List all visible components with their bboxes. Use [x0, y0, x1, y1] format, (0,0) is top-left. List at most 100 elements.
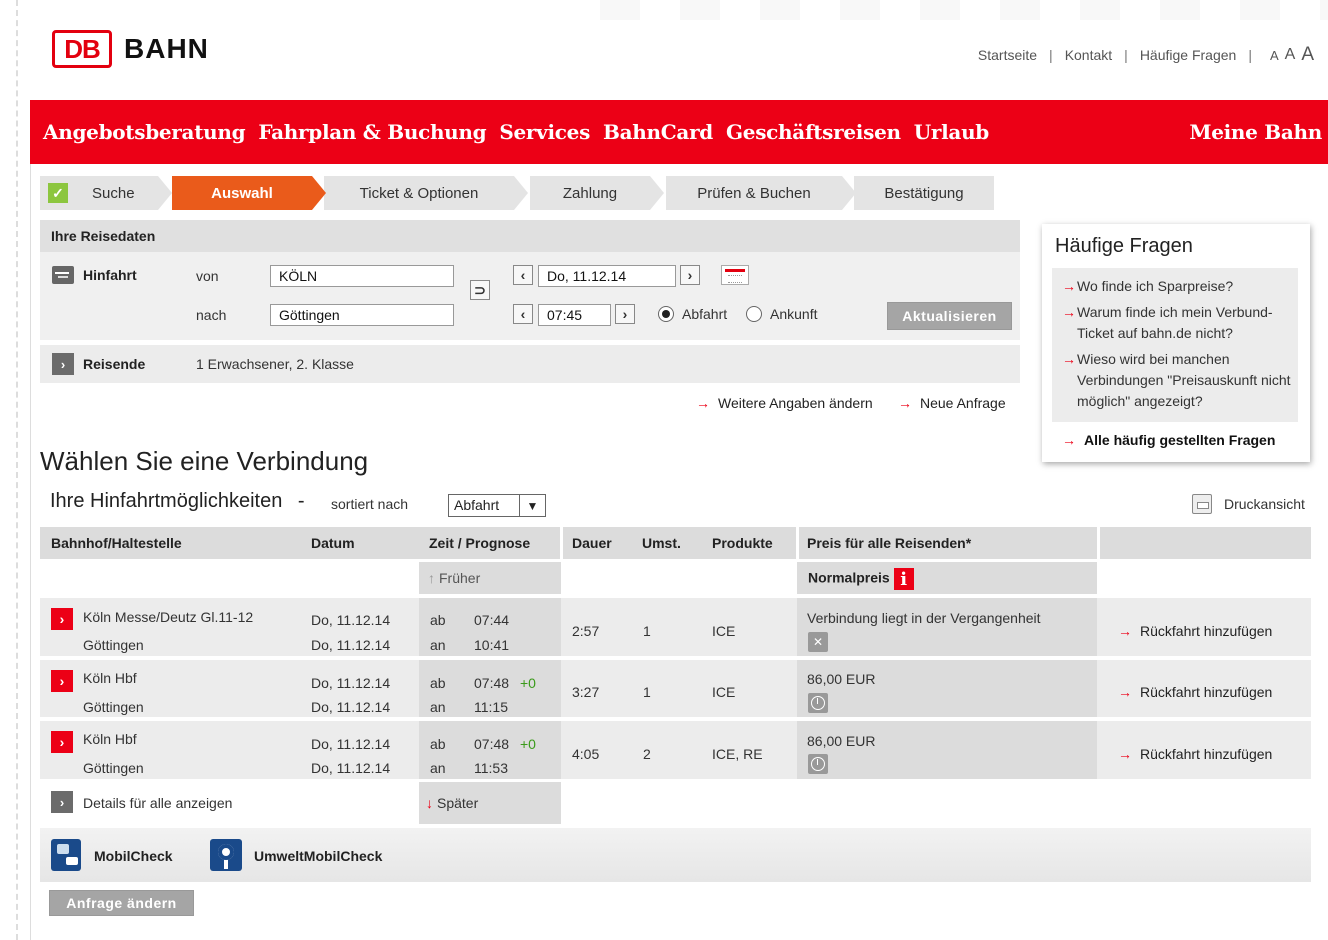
step-zahlung: Zahlung	[530, 176, 664, 210]
duration: 4:05	[572, 746, 600, 762]
station-from: Köln Hbf	[83, 731, 137, 747]
arrow-right-icon: →	[1062, 432, 1076, 448]
unavailable-icon: ✕	[808, 632, 828, 652]
reisende-value: 1 Erwachsener, 2. Klasse	[196, 356, 354, 372]
font-size-small[interactable]: A	[1270, 48, 1279, 63]
th-products: Produkte	[712, 535, 773, 551]
rueckfahrt-link[interactable]: → Rückfahrt hinzufügen	[1118, 684, 1272, 700]
print-link[interactable]: Druckansicht	[1192, 494, 1305, 514]
spaeter-label: Später	[437, 795, 479, 811]
sort-select[interactable]: Abfahrt ▼	[448, 494, 546, 517]
neue-anfrage-link[interactable]: → Neue Anfrage	[898, 395, 1006, 411]
link-kontakt[interactable]: Kontakt	[1065, 47, 1112, 63]
date-from: Do, 11.12.14	[311, 612, 391, 628]
normalpreis-text: Normalpreis	[808, 569, 890, 586]
station-to: Göttingen	[83, 699, 144, 715]
expand-all-icon[interactable]: ›	[51, 791, 73, 813]
rueckfahrt-link[interactable]: → Rückfahrt hinzufügen	[1118, 623, 1272, 639]
db-logo[interactable]: DB BAHN	[52, 30, 209, 68]
reisedaten-header: Ihre Reisedaten	[40, 220, 1020, 252]
duration: 2:57	[572, 623, 600, 639]
arr-time: 11:53	[474, 760, 508, 776]
time-prev-button[interactable]: ‹	[513, 304, 533, 324]
spaeter-link: ↓ Später	[426, 795, 478, 811]
umwelt-link[interactable]: UmweltMobilCheck	[254, 848, 382, 864]
faq-box: Häufige Fragen → Wo finde ich Sparpreise…	[1042, 224, 1310, 462]
time-next-button[interactable]: ›	[615, 304, 635, 324]
step-label: Zahlung	[562, 184, 618, 202]
expand-row-icon[interactable]: ›	[51, 731, 73, 753]
link-startseite[interactable]: Startseite	[978, 47, 1037, 63]
nav-geschaeftsreisen[interactable]: Geschäftsreisen	[726, 120, 901, 144]
header-decoration	[600, 0, 1328, 20]
details-all-link[interactable]: Details für alle anzeigen	[83, 795, 232, 811]
results-subheading: Ihre Hinfahrtmöglichkeiten -	[50, 490, 305, 513]
faq-all-link[interactable]: → Alle häufig gestellten Fragen	[1062, 432, 1275, 448]
date-to: Do, 11.12.14	[311, 699, 391, 715]
aktualisieren-button[interactable]: Aktualisieren	[887, 302, 1012, 330]
step-suche[interactable]: ✓ Suche	[40, 176, 172, 210]
products: ICE	[712, 623, 736, 639]
arrow-right-icon: →	[696, 395, 710, 411]
expand-arrow-icon[interactable]: ›	[52, 353, 74, 375]
font-size-large[interactable]: A	[1301, 44, 1314, 66]
ab-label: ab	[430, 612, 446, 628]
link-label: Weitere Angaben ändern	[718, 395, 873, 411]
dep-time: 07:44	[474, 612, 510, 628]
nav-angebotsberatung[interactable]: Angebotsberatung	[43, 120, 246, 144]
top-utility-nav: Startseite | Kontakt | Häufige Fragen | …	[978, 44, 1314, 66]
time-input[interactable]	[538, 304, 611, 326]
station-to: Göttingen	[83, 637, 144, 653]
nach-input[interactable]	[270, 304, 454, 326]
normalpreis-label: Normalpreis i	[808, 568, 914, 590]
calendar-icon[interactable]	[721, 265, 749, 285]
radio-abfahrt[interactable]	[658, 306, 674, 322]
spaeter-cell[interactable]: ↓ Später	[419, 782, 561, 824]
price: Verbindung liegt in der Vergangenheit	[807, 610, 1041, 626]
th-changes: Umst.	[642, 535, 681, 551]
radio-ankunft[interactable]	[746, 306, 762, 322]
font-size-medium[interactable]: A	[1285, 46, 1296, 64]
date-prev-button[interactable]: ‹	[513, 265, 533, 285]
rueckfahrt-link[interactable]: → Rückfahrt hinzufügen	[1118, 746, 1272, 762]
expand-row-icon[interactable]: ›	[51, 608, 73, 630]
changes: 1	[643, 684, 651, 700]
mobilcheck-link[interactable]: MobilCheck	[94, 848, 173, 864]
date-input[interactable]	[538, 265, 676, 287]
swap-stations-button[interactable]: ⊃	[470, 280, 490, 300]
step-auswahl: Auswahl	[172, 176, 326, 210]
frueher-link: ↑ Früher	[428, 570, 480, 586]
nav-urlaub[interactable]: Urlaub	[914, 120, 990, 144]
faq-item[interactable]: → Warum finde ich mein Verbund-Ticket au…	[1062, 302, 1298, 344]
expand-row-icon[interactable]: ›	[51, 670, 73, 692]
date-from: Do, 11.12.14	[311, 736, 391, 752]
von-input[interactable]	[270, 265, 454, 287]
faq-item[interactable]: → Wieso wird bei manchen Verbindungen "P…	[1062, 349, 1298, 412]
faq-title: Häufige Fragen	[1055, 235, 1193, 257]
faq-item[interactable]: → Wo finde ich Sparpreise?	[1062, 276, 1298, 297]
anfrage-aendern-button[interactable]: Anfrage ändern	[49, 890, 194, 916]
link-haeufige-fragen[interactable]: Häufige Fragen	[1140, 47, 1237, 63]
an-label: an	[430, 760, 446, 776]
left-border-decoration	[16, 0, 18, 940]
faq-item-label: Wo finde ich Sparpreise?	[1077, 278, 1234, 294]
info-icon[interactable]: i	[893, 568, 914, 590]
changes: 1	[643, 623, 651, 639]
clock-icon	[808, 693, 828, 713]
date-next-button[interactable]: ›	[680, 265, 700, 285]
umwelt-flower-icon[interactable]	[210, 839, 242, 871]
page: DB BAHN Startseite | Kontakt | Häufige F…	[0, 0, 1328, 940]
link-label: Neue Anfrage	[920, 395, 1006, 411]
nav-fahrplan-buchung[interactable]: Fahrplan & Buchung	[258, 120, 486, 144]
station-from: Köln Messe/Deutz Gl.11-12	[83, 609, 254, 625]
printer-icon	[1192, 494, 1212, 514]
nav-meine-bahn[interactable]: Meine Bahn	[1189, 120, 1322, 144]
nav-services[interactable]: Services	[499, 120, 590, 144]
mobilcheck-icon[interactable]	[51, 839, 81, 871]
arrow-right-icon: →	[1062, 304, 1076, 320]
header-divider	[796, 527, 799, 559]
weitere-angaben-link[interactable]: → Weitere Angaben ändern	[696, 395, 873, 411]
frueher-cell[interactable]: ↑ Früher	[419, 562, 561, 594]
products: ICE	[712, 684, 736, 700]
nav-bahncard[interactable]: BahnCard	[603, 120, 713, 144]
